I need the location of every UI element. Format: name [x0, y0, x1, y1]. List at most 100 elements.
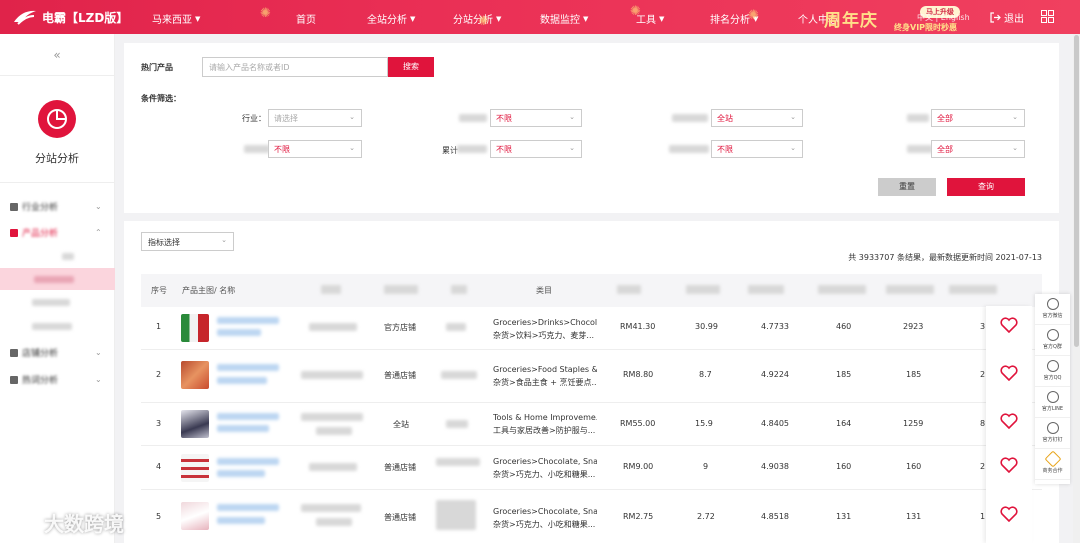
product-thumbnail[interactable]	[181, 454, 209, 482]
chevron-down-icon: ▼	[410, 14, 416, 23]
metric-2: 4.7733	[761, 322, 789, 331]
category-zh: 杂货>巧克力、小吃和糖果...	[493, 520, 596, 529]
chevron-down-icon: ⌄	[790, 144, 796, 152]
qq-group-contact-button[interactable]: 官方Q群	[1035, 325, 1070, 356]
reset-button[interactable]: 重置	[878, 178, 936, 196]
product-name[interactable]	[217, 413, 279, 432]
metric-1: 15.9	[695, 419, 713, 428]
app-grid-icon[interactable]	[1041, 10, 1054, 23]
column-header-blurred[interactable]	[451, 285, 467, 294]
price: RM9.00	[623, 462, 654, 471]
column-header-blurred[interactable]	[384, 285, 418, 294]
qq-contact-button[interactable]: 官方QQ	[1035, 356, 1070, 387]
column-header-blurred[interactable]	[886, 285, 934, 294]
metric-2: 4.9224	[761, 370, 789, 379]
metric-select-label: 指标选择	[148, 238, 180, 247]
filter-select-7[interactable]: 不限 ⌄	[711, 140, 803, 158]
column-header-blurred[interactable]	[818, 285, 866, 294]
watermark-text: 大数跨境	[44, 512, 124, 536]
scrollbar-thumb[interactable]	[1074, 35, 1079, 347]
hot-product-label: 热门产品	[141, 63, 173, 72]
metric-2: 4.9038	[761, 462, 789, 471]
favorite-heart-icon[interactable]	[1000, 365, 1018, 381]
sidebar-subitem[interactable]	[0, 316, 115, 338]
table-row[interactable]: 5 普通店铺 Groceries>Chocolate, Sna... 杂货>巧克力…	[141, 490, 1042, 543]
line-label: 官方LINE	[1041, 406, 1064, 412]
filter-select-3-value: 全站	[717, 114, 733, 123]
nav-region[interactable]: 马来西亚 ▼	[152, 11, 200, 27]
column-header-blurred[interactable]	[686, 285, 720, 294]
favorite-heart-icon[interactable]	[1000, 317, 1018, 333]
column-header-blurred[interactable]	[748, 285, 784, 294]
sidebar-subitem-active[interactable]	[0, 268, 115, 290]
blurred-cell	[446, 323, 466, 331]
sidebar-group-keyword[interactable]: 热词分析 ⌄	[10, 373, 102, 386]
table-row[interactable]: 3 全站 Tools & Home Improveme... 工具与家居改善>防护…	[141, 403, 1042, 446]
sidebar-subitem[interactable]	[0, 292, 115, 314]
line-contact-button[interactable]: 官方LINE	[1035, 387, 1070, 418]
blurred-link	[217, 425, 269, 432]
metric-5: 3	[980, 322, 986, 331]
column-header-blurred[interactable]	[321, 285, 341, 294]
sidebar-collapse-button[interactable]: «	[0, 34, 114, 76]
category-en: Groceries>Food Staples &...	[493, 365, 597, 374]
station-analysis-icon	[38, 100, 76, 138]
product-name[interactable]	[217, 458, 279, 477]
blurred-link	[217, 504, 279, 511]
product-name[interactable]	[217, 504, 279, 524]
table-row[interactable]: 4 普通店铺 Groceries>Chocolate, Sna... 杂货>巧克力…	[141, 446, 1042, 490]
industry-select[interactable]: 请选择 ⌄	[268, 109, 362, 127]
logout-button[interactable]: 退出	[990, 10, 1024, 25]
filter-select-5[interactable]: 不限 ⌄	[268, 140, 362, 158]
sidebar-group-product[interactable]: 产品分析 ⌃	[10, 226, 102, 239]
product-thumbnail[interactable]	[181, 361, 209, 389]
logout-label: 退出	[1004, 14, 1024, 25]
nav-all-site[interactable]: 全站分析 ▼	[367, 11, 416, 27]
filter-select-8[interactable]: 全部 ⌄	[931, 140, 1025, 158]
firework-decoration-icon: ✺	[630, 4, 641, 19]
business-contact-button[interactable]: 商务合作	[1035, 449, 1070, 480]
double-chevron-left-icon: «	[53, 48, 61, 62]
filter-select-4[interactable]: 全部 ⌄	[931, 109, 1025, 127]
search-button[interactable]: 搜索	[388, 57, 434, 77]
sidebar-group-shop[interactable]: 店铺分析 ⌄	[10, 346, 102, 359]
language-switch[interactable]: 中文 | English	[917, 12, 970, 23]
favorite-heart-icon[interactable]	[1000, 413, 1018, 429]
column-header-category[interactable]: 类目	[536, 285, 552, 296]
sidebar-group-industry[interactable]: 行业分析 ⌄	[10, 200, 102, 213]
product-name[interactable]	[217, 317, 279, 336]
metric-select[interactable]: 指标选择 ⌄	[141, 232, 234, 251]
product-thumbnail[interactable]	[181, 410, 209, 438]
column-header-product[interactable]: 产品主图/ 名称	[182, 285, 235, 296]
chevron-down-icon: ⌄	[95, 202, 102, 211]
filter-select-2[interactable]: 不限 ⌄	[490, 109, 582, 127]
product-search-input[interactable]: 请输入产品名称或者ID	[202, 57, 388, 77]
dingtalk-contact-button[interactable]: 官方钉钉	[1035, 418, 1070, 449]
filter-select-3[interactable]: 全站 ⌄	[711, 109, 803, 127]
product-name[interactable]	[217, 364, 279, 384]
blurred-cell	[301, 504, 361, 512]
nav-ranking-label: 排名分析	[710, 15, 750, 26]
brand-logo[interactable]: 电霸【LZD版】	[0, 8, 135, 26]
favorite-heart-icon[interactable]	[1000, 506, 1018, 522]
column-header-index[interactable]: 序号	[151, 285, 167, 296]
nav-home[interactable]: 首页	[296, 11, 316, 26]
product-thumbnail[interactable]	[181, 502, 209, 530]
shop-type: 普通店铺	[384, 463, 416, 472]
metric-4: 131	[906, 512, 922, 521]
column-header-blurred[interactable]	[617, 285, 641, 294]
favorite-heart-icon[interactable]	[1000, 457, 1018, 473]
product-thumbnail[interactable]	[181, 314, 209, 342]
table-row[interactable]: 2 普通店铺 Groceries>Food Staples &... 杂货>食品主…	[141, 350, 1042, 403]
filter-select-6[interactable]: 不限 ⌄	[490, 140, 582, 158]
query-button[interactable]: 查询	[947, 178, 1025, 196]
blurred-cell	[301, 413, 363, 421]
wechat-contact-button[interactable]: 官方微信	[1035, 294, 1070, 325]
category-zh: 杂货>食品主食 + 烹饪要点...	[493, 378, 597, 387]
nav-monitor[interactable]: 数据监控 ▼	[540, 11, 588, 27]
column-header-blurred[interactable]	[949, 285, 997, 294]
blurred-cell	[316, 518, 352, 526]
qq-group-label: 官方Q群	[1043, 344, 1062, 350]
sidebar-subitem[interactable]	[0, 245, 115, 267]
table-row[interactable]: 1 官方店铺 Groceries>Drinks>Chocol... 杂货>饮料>巧…	[141, 307, 1042, 350]
